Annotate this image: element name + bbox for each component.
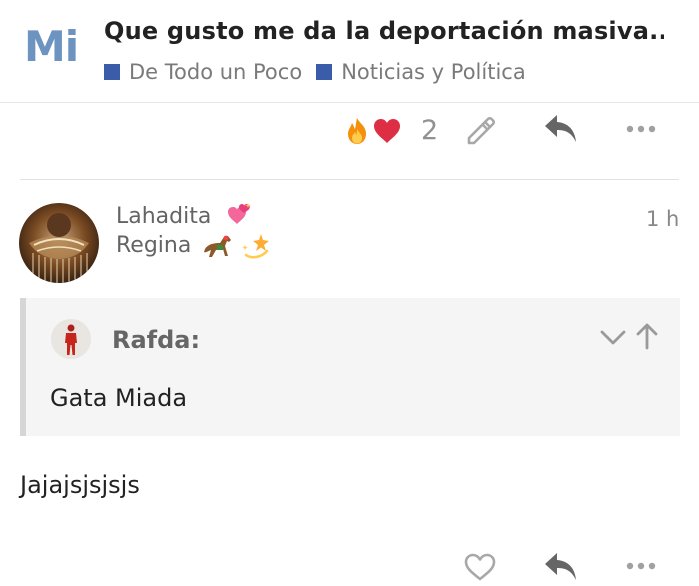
more-options-icon[interactable] xyxy=(626,124,656,134)
quote-avatar-image xyxy=(51,319,91,359)
topic-header: Mi Que gusto me da la deportación masiva… xyxy=(0,0,699,103)
reply-icon[interactable] xyxy=(543,113,579,145)
post-body-text: Jajajsjsjsjs xyxy=(20,471,140,499)
site-logo[interactable]: Mi xyxy=(24,22,88,72)
category-color-square xyxy=(104,64,120,80)
quote-username: Rafda: xyxy=(112,326,201,354)
go-to-quoted-post-arrow-icon[interactable] xyxy=(635,322,659,350)
post-date[interactable]: 1 h xyxy=(646,204,679,234)
topic-title[interactable]: Que gusto me da la deportación masiva... xyxy=(104,14,664,48)
reaction-count[interactable]: 2 xyxy=(421,114,438,148)
category-breadcrumbs: De Todo un Poco Noticias y Política xyxy=(104,58,540,86)
quote-text: Gata Miada xyxy=(50,384,188,412)
category-label: Noticias y Política xyxy=(341,60,526,84)
pencil-edit-icon[interactable] xyxy=(463,112,497,146)
red-heart-emoji-icon xyxy=(374,119,400,143)
quote-block: Rafda: Gata Miada xyxy=(20,298,680,436)
expand-quote-chevron-icon[interactable] xyxy=(600,326,626,348)
fire-emoji-icon xyxy=(348,118,366,144)
reactions-summary[interactable] xyxy=(342,114,402,148)
previous-post-actions: 2 xyxy=(0,108,699,154)
category-badge-de-todo-un-poco[interactable]: De Todo un Poco xyxy=(104,60,302,84)
quote-user-avatar[interactable] xyxy=(51,319,91,359)
category-badge-noticias-y-politica[interactable]: Noticias y Política xyxy=(316,60,526,84)
user-avatar[interactable] xyxy=(19,203,99,283)
heart-like-icon[interactable] xyxy=(463,552,497,582)
racehorse-emoji-icon xyxy=(204,235,232,257)
more-options-icon[interactable] xyxy=(626,561,656,571)
avatar-image xyxy=(19,203,99,283)
post-user-title: Regina xyxy=(116,231,271,261)
category-color-square xyxy=(316,64,333,80)
category-label: De Todo un Poco xyxy=(129,60,303,84)
post-divider xyxy=(20,179,679,180)
post-username[interactable]: Lahadita xyxy=(116,202,252,232)
dizzy-star-emoji-icon xyxy=(242,234,270,259)
sparkling-heart-emoji-icon xyxy=(228,203,252,224)
reply-icon[interactable] xyxy=(543,551,579,583)
